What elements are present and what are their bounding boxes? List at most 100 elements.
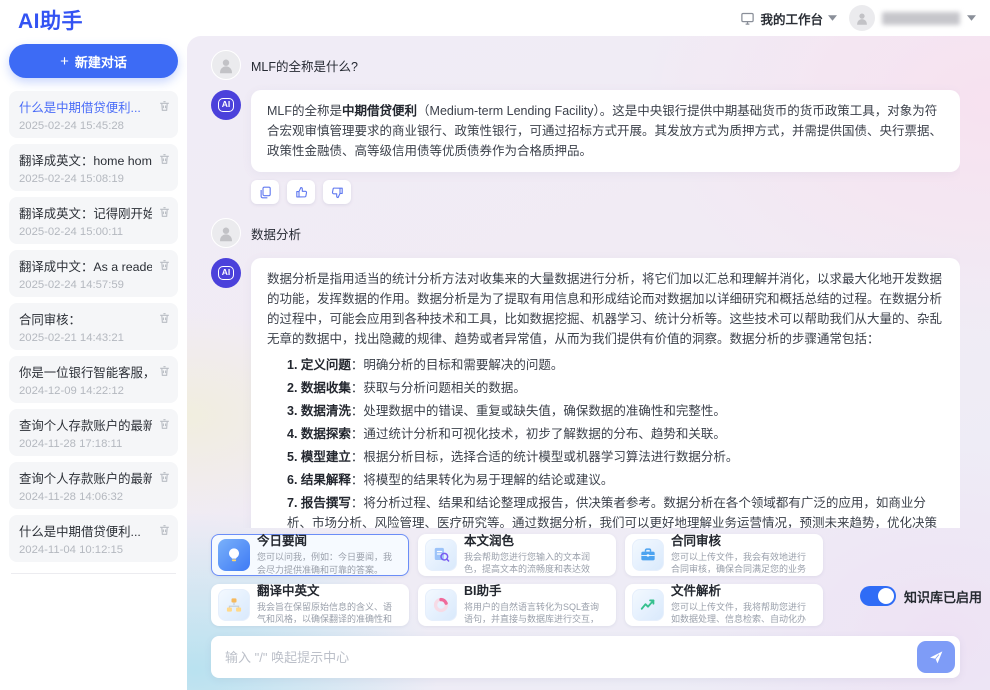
conversation-time: 2025-02-21 14:43:21 [19,332,152,344]
message-input[interactable] [225,650,917,665]
trash-icon[interactable] [158,205,171,219]
conversation-list: 什么是中期借贷便利... 2025-02-24 15:45:28 翻译成英文：h… [9,91,178,562]
person-icon [853,9,871,27]
feature-card-title: 今日要闻 [257,534,400,549]
monitor-icon [740,11,755,26]
feature-card-text-polish[interactable]: 本文润色 我会帮助您进行您输入的文本润色，提高文本的流畅度和表达效果。 [418,534,616,576]
sidebar: + 新建对话 什么是中期借贷便利... 2025-02-24 15:45:28 … [0,36,187,690]
trash-icon[interactable] [158,523,171,537]
trend-up-icon [632,589,664,621]
workspace-label: 我的工作台 [760,9,823,28]
trash-icon[interactable] [158,470,171,484]
ai-message-card: MLF的全称是中期借贷便利（Medium-term Lending Facili… [251,90,960,172]
feature-card-translate[interactable]: 翻译中英文 我会旨在保留原始信息的含义、语气和风格，以确保翻译的准确性和自然流畅… [211,584,409,626]
person-icon [215,54,237,76]
user-message: 数据分析 [211,218,960,248]
ai-avatar: AI [211,90,241,120]
message-list: MLF的全称是什么? AI MLF的全称是中期借贷便利（Medium-term … [211,50,960,528]
composer-bar [211,636,960,678]
new-conversation-button[interactable]: + 新建对话 [9,44,178,78]
ai-text: MLF的全称是 [267,104,342,118]
feature-card-desc: 将用户的自然语言转化为SQL查询语句，并直接与数据库进行交互，返回智能推荐的图表… [464,601,607,626]
message-actions [251,180,960,204]
conversation-item[interactable]: 翻译成中文：As a reader... 2025-02-24 14:57:59 [9,250,178,297]
analysis-step: 报告撰写：将分析过程、结果和结论整理成报告，供决策者参考。数据分析在各个领域都有… [287,493,944,528]
workspace-menu[interactable]: 我的工作台 [740,9,837,28]
caret-down-icon [828,15,837,21]
feature-card-desc: 您可以上传文件，我会有效地进行合同审核，确保合同满足您的业务需求。 [671,551,814,576]
analysis-steps-list: 定义问题：明确分析的目标和需要解决的问题。 数据收集：获取与分析问题相关的数据。… [267,355,944,528]
new-conversation-label: 新建对话 [75,52,127,71]
conversation-title: 你是一位银行智能客服，... [19,363,152,381]
ai-text: 数据分析是指用适当的统计分析方法对收集来的大量数据进行分析，将它们加以汇总和理解… [267,272,942,346]
feature-card-file-parse[interactable]: 文件解析 您可以上传文件，我将帮助您进行如数据处理、信息检索、自动化办公等。 [625,584,823,626]
chat-panel: MLF的全称是什么? AI MLF的全称是中期借贷便利（Medium-term … [187,36,990,690]
conversation-item[interactable]: 翻译成英文：记得刚开始... 2025-02-24 15:00:11 [9,197,178,244]
user-message-text: MLF的全称是什么? [251,56,358,75]
sidebar-divider [11,573,176,574]
username-redacted [882,12,960,25]
conversation-item[interactable]: 翻译成英文：home home 2025-02-24 15:08:19 [9,144,178,191]
person-icon [215,222,237,244]
user-message-text: 数据分析 [251,224,301,243]
conversation-time: 2024-11-04 10:12:15 [19,544,152,556]
copy-icon [258,185,273,200]
ai-avatar-label: AI [218,266,235,279]
analysis-step: 数据收集：获取与分析问题相关的数据。 [287,378,944,398]
conversation-time: 2025-02-24 15:00:11 [19,226,152,238]
conversation-title: 查询个人存款账户的最新... [19,469,152,487]
thumbs-down-button[interactable] [323,180,351,204]
analysis-step: 数据探索：通过统计分析和可视化技术，初步了解数据的分布、趋势和关联。 [287,424,944,444]
copy-button[interactable] [251,180,279,204]
donut-chart-icon [425,589,457,621]
briefcase-icon [632,539,664,571]
trash-icon[interactable] [158,364,171,378]
analysis-step: 数据清洗：处理数据中的错误、重复或缺失值，确保数据的准确性和完整性。 [287,401,944,421]
feature-cards: 今日要闻 您可以问我，例如：今日要闻，我会尽力提供准确和可靠的答案。 本文润色 … [211,534,960,626]
ai-message: AI MLF的全称是中期借贷便利（Medium-term Lending Fac… [211,90,960,172]
conversation-item[interactable]: 你是一位银行智能客服，... 2024-12-09 14:22:12 [9,356,178,403]
conversation-item[interactable]: 查询个人存款账户的最新... 2024-11-28 14:06:32 [9,462,178,509]
ai-avatar: AI [211,258,241,288]
trash-icon[interactable] [158,99,171,113]
trash-icon[interactable] [158,417,171,431]
thumbs-up-icon [294,185,309,200]
send-button[interactable] [917,641,955,673]
ai-message: AI 数据分析是指用适当的统计分析方法对收集来的大量数据进行分析，将它们加以汇总… [211,258,960,528]
conversation-title: 什么是中期借贷便利... [19,522,152,540]
caret-down-icon [967,15,976,21]
feature-card-desc: 您可以问我，例如：今日要闻，我会尽力提供准确和可靠的答案。 [257,551,400,575]
conversation-time: 2025-02-24 14:57:59 [19,279,152,291]
ai-avatar-label: AI [218,98,235,111]
conversation-item[interactable]: 什么是中期借贷便利... 2024-11-04 10:12:15 [9,515,178,562]
analysis-step: 结果解释：将模型的结果转化为易于理解的结论或建议。 [287,470,944,490]
trash-icon[interactable] [158,258,171,272]
feature-card-contract-review[interactable]: 合同审核 您可以上传文件，我会有效地进行合同审核，确保合同满足您的业务需求。 [625,534,823,576]
user-avatar [849,5,875,31]
feature-card-title: 本文润色 [464,534,607,549]
conversation-item[interactable]: 合同审核： 2025-02-21 14:43:21 [9,303,178,350]
analysis-step: 模型建立：根据分析目标，选择合适的统计模型或机器学习算法进行数据分析。 [287,447,944,467]
ai-message-card: 数据分析是指用适当的统计分析方法对收集来的大量数据进行分析，将它们加以汇总和理解… [251,258,960,528]
conversation-time: 2024-12-09 14:22:12 [19,385,152,397]
document-magnifier-icon [425,539,457,571]
conversation-title: 翻译成英文：记得刚开始... [19,204,152,222]
user-menu[interactable] [849,5,976,31]
conversation-item[interactable]: 什么是中期借贷便利... 2025-02-24 15:45:28 [9,91,178,138]
feature-card-desc: 您可以上传文件，我将帮助您进行如数据处理、信息检索、自动化办公等。 [671,601,814,626]
trash-icon[interactable] [158,311,171,325]
paper-plane-icon [927,648,945,666]
trash-icon[interactable] [158,152,171,166]
analysis-step: 定义问题：明确分析的目标和需要解决的问题。 [287,355,944,375]
top-header: AI助手 我的工作台 [0,0,990,36]
feature-card-daily-news[interactable]: 今日要闻 您可以问我，例如：今日要闻，我会尽力提供准确和可靠的答案。 [211,534,409,576]
conversation-item[interactable]: 查询个人存款账户的最新... 2024-11-28 17:18:11 [9,409,178,456]
bottom-section: 今日要闻 您可以问我，例如：今日要闻，我会尽力提供准确和可靠的答案。 本文润色 … [211,534,960,678]
conversation-title: 什么是中期借贷便利... [19,98,152,116]
conversation-title: 翻译成英文：home home [19,151,152,169]
feature-card-title: BI助手 [464,584,607,599]
user-avatar [211,50,241,80]
feature-card-bi-assistant[interactable]: BI助手 将用户的自然语言转化为SQL查询语句，并直接与数据库进行交互，返回智能… [418,584,616,626]
plus-icon: + [60,53,69,70]
thumbs-up-button[interactable] [287,180,315,204]
